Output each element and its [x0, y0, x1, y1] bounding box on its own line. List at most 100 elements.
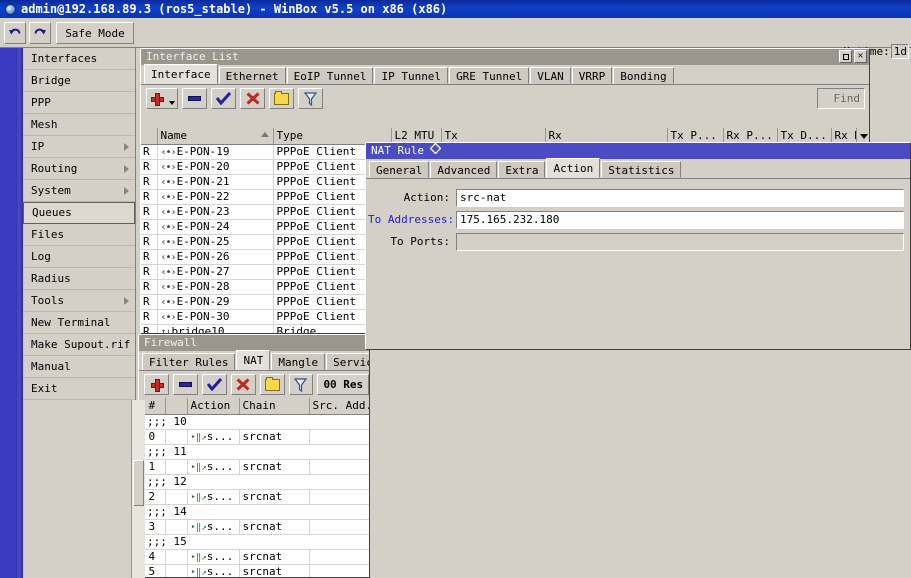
column-header-label: L2 MTU — [394, 129, 435, 143]
sidebar-item-queues[interactable]: Queues — [23, 202, 135, 224]
enable-check-icon[interactable] — [201, 374, 227, 395]
sidebar-item-system[interactable]: System — [23, 180, 135, 202]
nat-rule-titlebar[interactable]: NAT Rule — [366, 143, 910, 159]
tab-statistics[interactable]: Statistics — [601, 161, 682, 178]
interface-name-label: E-PON-24 — [176, 220, 230, 233]
comment-folder-icon[interactable] — [269, 88, 294, 109]
filter-funnel-icon[interactable] — [298, 88, 323, 109]
sidebar-item-manual[interactable]: Manual — [23, 356, 135, 378]
column-header-label: Src. Add. — [312, 399, 370, 413]
sidebar-item-bridge[interactable]: Bridge — [23, 70, 135, 92]
sidebar-item-label: New Terminal — [31, 316, 111, 329]
disable-cross-icon[interactable] — [230, 374, 256, 395]
maximize-icon[interactable] — [839, 50, 852, 63]
filter-funnel-icon[interactable] — [288, 374, 314, 395]
tab-service-p[interactable]: Service P — [326, 353, 369, 370]
remove-minus-icon[interactable] — [182, 88, 207, 109]
column-header-chain[interactable]: Chain — [239, 398, 310, 415]
reset-counters-button[interactable]: 00 Res — [317, 374, 369, 395]
tab-interface[interactable]: Interface — [144, 64, 218, 84]
rule-action-cell: ‣‖↗s... — [187, 429, 240, 445]
tab-mangle[interactable]: Mangle — [271, 353, 326, 370]
rule-flag-cell — [165, 549, 188, 565]
main-window-title: admin@192.168.89.3 (ros5_stable) - WinBo… — [21, 2, 448, 16]
add-plus-icon[interactable] — [144, 374, 169, 395]
tab-nat[interactable]: NAT — [236, 350, 271, 370]
tab-extra[interactable]: Extra — [498, 161, 546, 178]
comment-folder-icon[interactable] — [259, 374, 285, 395]
tab-gre-tunnel[interactable]: GRE Tunnel — [449, 67, 530, 84]
label-to-addresses: To Addresses: — [368, 213, 455, 226]
table-row[interactable]: 2 ‣‖↗s... srcnat — [139, 489, 369, 505]
tab-action[interactable]: Action — [546, 158, 601, 178]
rule-action-label: s... — [206, 460, 234, 473]
tab-filter-rules[interactable]: Filter Rules — [142, 353, 236, 370]
tab-bonding[interactable]: Bonding — [613, 67, 674, 84]
comment-text: ;;; 10 — [139, 414, 369, 430]
remove-minus-icon[interactable] — [172, 374, 198, 395]
comment-row[interactable]: ;;; 14 — [139, 504, 369, 520]
interface-name-cell: ‹•›E-PON-24 — [157, 219, 274, 235]
sidebar-item-new-terminal[interactable]: New Terminal — [23, 312, 135, 334]
interface-name-cell: ‹•›E-PON-27 — [157, 264, 274, 280]
column-header-action[interactable]: Action — [187, 398, 240, 415]
tab-vlan[interactable]: VLAN — [530, 67, 571, 84]
sidebar-item-log[interactable]: Log — [23, 246, 135, 268]
firewall-toolbar: 00 Res — [139, 371, 369, 398]
input-to-addresses[interactable]: 175.165.232.180 — [456, 210, 904, 229]
sidebar-item-routing[interactable]: Routing — [23, 158, 135, 180]
sidebar-item-mesh[interactable]: Mesh — [23, 114, 135, 136]
add-plus-icon[interactable] — [146, 88, 178, 109]
firewall-vertical-scrollbar[interactable] — [131, 400, 145, 578]
table-row[interactable]: 5 ‣‖↗s... srcnat — [139, 564, 369, 577]
sidebar-item-files[interactable]: Files — [23, 224, 135, 246]
sidebar-item-interfaces[interactable]: Interfaces — [23, 48, 135, 70]
tab-ethernet[interactable]: Ethernet — [218, 67, 286, 84]
interface-list-tabstrip: Interface Ethernet EoIP Tunnel IP Tunnel GRE… — [141, 64, 869, 85]
rule-chain-cell: srcnat — [239, 549, 310, 565]
pppoe-client-icon: ‹•› — [160, 147, 177, 158]
column-header-flags[interactable] — [141, 128, 158, 145]
column-header-name[interactable]: Name — [157, 128, 274, 145]
tab-advanced[interactable]: Advanced — [430, 161, 498, 178]
tab-ip-tunnel[interactable]: IP Tunnel — [374, 67, 449, 84]
interface-name-label: bridge10 — [171, 325, 225, 333]
table-row[interactable]: 4 ‣‖↗s... srcnat — [139, 549, 369, 565]
table-row[interactable]: 0 ‣‖↗s... srcnat — [139, 429, 369, 445]
comment-row[interactable]: ;;; 11 — [139, 444, 369, 460]
undo-button[interactable] — [4, 22, 26, 44]
interface-list-titlebar[interactable]: Interface List ✕ — [141, 49, 869, 65]
column-header-src-add[interactable]: Src. Add. — [309, 398, 370, 415]
disable-cross-icon[interactable] — [240, 88, 265, 109]
tab-eoip-tunnel[interactable]: EoIP Tunnel — [286, 67, 374, 84]
column-header-label: # — [148, 399, 156, 413]
close-icon[interactable]: ✕ — [854, 50, 867, 63]
scrollbar-thumb[interactable] — [133, 460, 144, 506]
sidebar-item-tools[interactable]: Tools — [23, 290, 135, 312]
comment-row[interactable]: ;;; 15 — [139, 534, 369, 550]
safe-mode-button[interactable]: Safe Mode — [56, 22, 134, 44]
enable-check-icon[interactable] — [211, 88, 236, 109]
sidebar-item-ip[interactable]: IP — [23, 136, 135, 158]
pppoe-client-icon: ‹•› — [160, 177, 177, 188]
sidebar-item-exit[interactable]: Exit — [23, 378, 135, 400]
sidebar-item-make-supout-rif[interactable]: Make Supout.rif — [23, 334, 135, 356]
tab-vrrp[interactable]: VRRP — [571, 67, 613, 84]
redo-button[interactable] — [29, 22, 51, 44]
firewall-titlebar[interactable]: Firewall — [139, 335, 369, 351]
sidebar-item-ppp[interactable]: PPP — [23, 92, 135, 114]
table-row[interactable]: 3 ‣‖↗s... srcnat — [139, 519, 369, 535]
comment-row[interactable]: ;;; 12 — [139, 474, 369, 490]
srcnat-action-icon: ‣‖↗ — [190, 433, 207, 443]
column-header-icon[interactable] — [165, 398, 188, 415]
find-input[interactable]: Find — [817, 88, 865, 109]
pppoe-client-icon: ‹•› — [160, 267, 177, 278]
tab-general[interactable]: General — [369, 161, 430, 178]
interface-name-label: E-PON-27 — [176, 265, 230, 278]
pppoe-client-icon: ‹•› — [160, 252, 177, 263]
sidebar-item-radius[interactable]: Radius — [23, 268, 135, 290]
input-action[interactable]: src-nat — [456, 188, 904, 207]
comment-row[interactable]: ;;; 10 — [139, 414, 369, 430]
table-row[interactable]: 1 ‣‖↗s... srcnat — [139, 459, 369, 475]
nat-rule-tabstrip: General Advanced Extra Action Statistics — [366, 158, 910, 179]
